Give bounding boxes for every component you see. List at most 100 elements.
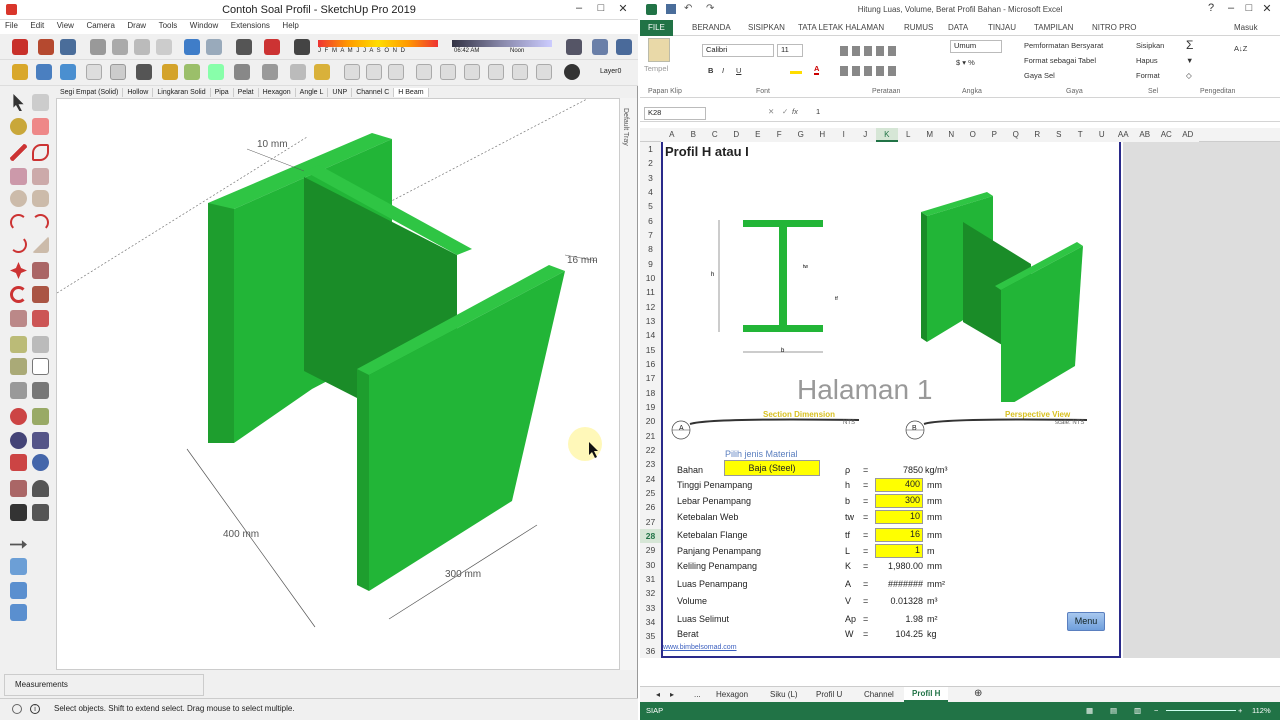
row-header[interactable]: 28	[640, 528, 661, 544]
paste-icon[interactable]	[134, 39, 150, 55]
tool-b-icon[interactable]	[10, 582, 27, 599]
extension-icon[interactable]	[60, 64, 76, 80]
profile-tool-9-icon[interactable]	[536, 64, 552, 80]
row-header[interactable]: 15	[640, 342, 661, 357]
column-header[interactable]: U	[1091, 128, 1113, 142]
zoom-window-icon[interactable]	[32, 432, 49, 449]
menu-window[interactable]: Window	[185, 20, 223, 31]
column-header[interactable]: P	[983, 128, 1005, 142]
underline-icon[interactable]: U	[736, 66, 741, 75]
sheet-hexagon[interactable]: Hexagon	[716, 690, 748, 699]
profile-tool-5-icon[interactable]	[440, 64, 456, 80]
row-header[interactable]: 12	[640, 299, 661, 314]
row-header[interactable]: 32	[640, 586, 661, 601]
row-header[interactable]: 16	[640, 356, 661, 372]
zoom-extents-icon[interactable]	[10, 454, 27, 471]
scale-icon[interactable]	[10, 310, 27, 327]
view-normal-icon[interactable]: ▦	[1086, 706, 1093, 715]
tab-hexagon[interactable]: Hexagon	[259, 88, 296, 97]
clear-icon[interactable]: ◇	[1186, 71, 1192, 80]
shaded-icon[interactable]	[162, 64, 178, 80]
fill-color-icon[interactable]	[790, 64, 802, 74]
geo-icon[interactable]	[12, 704, 22, 714]
row-header[interactable]: 9	[640, 256, 661, 271]
italic-icon[interactable]: I	[722, 66, 724, 75]
menu-help[interactable]: Help	[277, 20, 303, 31]
row-header[interactable]: 14	[640, 328, 661, 343]
column-header[interactable]: N	[940, 128, 962, 142]
cut-icon[interactable]	[90, 39, 106, 55]
zoom-out-icon[interactable]: −	[1154, 706, 1158, 715]
open-icon[interactable]	[38, 39, 54, 55]
pie-icon[interactable]	[32, 236, 49, 253]
enter-icon[interactable]: ✓	[782, 107, 788, 116]
layer-select[interactable]: Layer0	[600, 68, 621, 75]
tab-hollow[interactable]: Hollow	[123, 88, 154, 97]
row-header[interactable]: 23	[640, 457, 661, 472]
fx-icon[interactable]: fx	[792, 107, 798, 116]
hidden-line-icon[interactable]	[136, 64, 152, 80]
tab-nitro-pro[interactable]: NITRO PRO	[1092, 23, 1136, 32]
excel-minimize-icon[interactable]: –	[1222, 2, 1240, 14]
month-slider[interactable]	[318, 40, 438, 47]
tape-measure-icon[interactable]	[10, 336, 27, 353]
row-header[interactable]: 22	[640, 442, 661, 458]
arrow-icon[interactable]	[10, 540, 27, 549]
instructor-icon[interactable]: i	[30, 704, 40, 714]
view-break-icon[interactable]: ▥	[1134, 706, 1141, 715]
input-cell[interactable]: 300	[875, 494, 923, 508]
time-slider[interactable]	[452, 40, 552, 47]
worksheet-grid[interactable]: A B C D E F G H I J K L M N O P Q R S T U AA AB AC AD 1234567891…	[640, 128, 1280, 688]
input-cell[interactable]: 16	[875, 528, 923, 542]
tab-pipa[interactable]: Pipa	[211, 88, 234, 97]
row-header[interactable]: 26	[640, 500, 661, 515]
menu-camera[interactable]: Camera	[81, 20, 119, 31]
globe-icon[interactable]	[564, 64, 580, 80]
info-icon[interactable]	[314, 64, 330, 80]
row-header[interactable]: 13	[640, 313, 661, 329]
zoom-icon[interactable]	[10, 432, 27, 449]
tab-beranda[interactable]: BERANDA	[692, 23, 731, 32]
excel-maximize-icon[interactable]: □	[1240, 2, 1258, 14]
column-header[interactable]: G	[790, 128, 812, 142]
profile-tool-2-icon[interactable]	[366, 64, 382, 80]
new-icon[interactable]	[12, 39, 28, 55]
close-icon[interactable]: ✕	[614, 2, 632, 15]
profile-tool-8-icon[interactable]	[512, 64, 528, 80]
input-cell[interactable]: 400	[875, 478, 923, 492]
row-header[interactable]: 2	[640, 156, 661, 171]
cancel-icon[interactable]: ✕	[768, 107, 774, 116]
user-signin[interactable]: Masuk	[1234, 23, 1258, 32]
look-around-icon[interactable]	[32, 480, 49, 497]
menu-file[interactable]: File	[0, 20, 23, 31]
row-header[interactable]: 30	[640, 557, 661, 572]
row-header[interactable]: 34	[640, 614, 661, 630]
tab-h-beam[interactable]: H Beam	[394, 88, 429, 97]
alignment-icons[interactable]	[840, 46, 900, 56]
sheet-more[interactable]: ...	[694, 690, 701, 699]
column-header[interactable]: O	[962, 128, 984, 142]
column-header[interactable]: E	[747, 128, 769, 142]
number-format-box[interactable]: Umum	[950, 40, 1002, 53]
arc-icon[interactable]	[10, 214, 27, 231]
tab-channel-c[interactable]: Channel C	[352, 88, 395, 97]
column-header[interactable]: H	[811, 128, 833, 142]
format-cells-button[interactable]: Format	[1136, 71, 1160, 80]
font-name-box[interactable]: Calibri	[702, 44, 774, 57]
column-header[interactable]: L	[897, 128, 919, 142]
tab-lingkaran[interactable]: Lingkaran Solid	[153, 88, 211, 97]
row-header[interactable]: 11	[640, 285, 661, 300]
column-header[interactable]: J	[854, 128, 876, 142]
help-icon[interactable]: ?	[1202, 2, 1220, 14]
sheet-profil-h[interactable]: Profil H	[904, 687, 949, 702]
column-header[interactable]: AA	[1112, 128, 1134, 142]
model-info-icon[interactable]	[264, 39, 280, 55]
font-size-box[interactable]: 11	[777, 44, 803, 57]
tool-icon[interactable]	[262, 64, 278, 80]
tab-data[interactable]: DATA	[948, 23, 968, 32]
tab-rumus[interactable]: RUMUS	[904, 23, 933, 32]
redo-icon[interactable]	[206, 39, 222, 55]
tool-a-icon[interactable]	[10, 558, 27, 575]
print-icon[interactable]	[236, 39, 252, 55]
circle-icon[interactable]	[10, 190, 27, 207]
